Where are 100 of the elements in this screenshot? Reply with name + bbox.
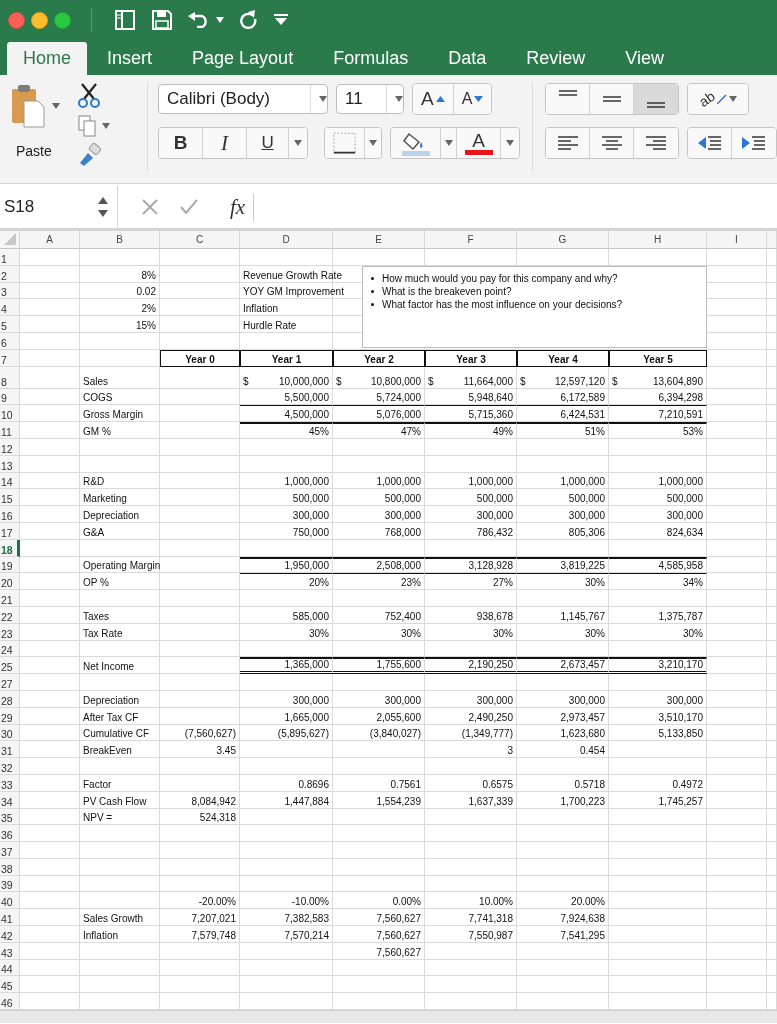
cell[interactable] [20,623,80,641]
cell[interactable]: Year 5 [609,349,707,367]
cell[interactable] [20,674,80,691]
ribbon-tab[interactable]: Formulas [313,42,429,75]
cell[interactable] [767,623,777,641]
row-header[interactable]: 16 [0,506,20,523]
cell[interactable] [80,455,160,473]
cell[interactable] [707,959,767,977]
cell[interactable] [20,422,80,439]
cell[interactable] [333,590,425,607]
cell[interactable] [240,959,333,977]
cell[interactable] [609,741,707,759]
cell[interactable] [80,640,160,658]
cell[interactable]: 5,715,360 [425,405,517,423]
cell[interactable] [240,741,333,759]
cell[interactable] [333,858,425,876]
cell[interactable] [767,405,777,423]
cell[interactable] [767,472,777,490]
cell[interactable]: 7,382,583 [240,909,333,927]
cell[interactable] [425,976,517,994]
cell[interactable] [707,349,767,367]
cell[interactable]: Year 0 [160,349,240,367]
cell[interactable] [80,758,160,775]
cell[interactable] [333,455,425,473]
cell[interactable] [767,539,777,557]
row-header[interactable]: 25 [0,657,20,675]
cell[interactable] [20,774,80,792]
cell[interactable] [80,825,160,843]
cell[interactable]: 300,000 [333,506,425,523]
cell[interactable] [767,422,777,439]
cell[interactable]: Year 4 [517,349,609,367]
cell[interactable] [425,959,517,977]
cell[interactable] [160,388,240,406]
cell[interactable] [160,623,240,641]
cell[interactable]: 34% [609,573,707,591]
cell[interactable] [517,438,609,456]
cell[interactable] [517,674,609,691]
cell[interactable]: 0.7561 [333,774,425,792]
cell[interactable] [240,438,333,456]
cell[interactable]: (1,349,777) [425,724,517,742]
cell[interactable]: 1,365,000 [240,657,333,675]
cell[interactable]: 585,000 [240,606,333,624]
cell[interactable]: 2,055,600 [333,707,425,725]
cell[interactable] [160,774,240,792]
cell[interactable] [707,825,767,843]
cell[interactable]: 45% [240,422,333,439]
cell[interactable] [425,758,517,775]
vertical-align-button[interactable] [546,84,590,114]
cell[interactable] [20,438,80,456]
cell[interactable] [20,472,80,490]
cell[interactable]: 1,665,000 [240,707,333,725]
cell[interactable] [767,892,777,910]
cell[interactable] [609,926,707,943]
cell[interactable] [767,690,777,708]
cell[interactable] [425,842,517,859]
cell[interactable] [20,265,80,283]
ribbon-tab[interactable]: Insert [87,42,173,75]
cell[interactable] [80,539,160,557]
cell[interactable] [707,690,767,708]
cell[interactable] [240,249,333,266]
cell[interactable] [160,438,240,456]
cell[interactable] [707,623,767,641]
cell[interactable] [20,606,80,624]
caret-icon[interactable] [444,140,453,146]
redo-icon[interactable] [240,10,258,30]
cell[interactable]: 0.6575 [425,774,517,792]
row-header[interactable]: 37 [0,842,20,859]
cell[interactable] [767,926,777,943]
column-header[interactable]: E [333,231,425,249]
cell[interactable]: 5,948,640 [425,388,517,406]
cell[interactable] [80,590,160,607]
cell[interactable] [767,299,777,317]
cell[interactable] [20,657,80,675]
cell[interactable] [20,573,80,591]
cell[interactable] [707,249,767,266]
cell[interactable] [333,758,425,775]
cell[interactable]: 1,000,000 [240,472,333,490]
cell[interactable] [160,556,240,574]
cell[interactable]: 0.02 [80,282,160,300]
cell[interactable] [609,674,707,691]
cell[interactable] [707,842,767,859]
cell[interactable] [707,455,767,473]
cell[interactable] [20,976,80,994]
cell[interactable] [160,942,240,960]
caret-icon[interactable] [728,96,737,102]
undo-icon[interactable] [188,12,210,28]
cell[interactable] [517,808,609,826]
cell[interactable]: 7,541,295 [517,926,609,943]
cell[interactable]: (7,560,627) [160,724,240,742]
ribbon-tab[interactable]: Review [506,42,606,75]
cell[interactable] [425,590,517,607]
cell[interactable] [160,249,240,266]
text-box[interactable]: How much would you pay for this company and why? What is the breakeven point? What factor has the most influence on your decisions? [362,266,707,348]
cell[interactable] [707,472,767,490]
cell[interactable] [517,959,609,977]
cell[interactable] [160,265,240,283]
cell[interactable]: 27% [425,573,517,591]
cell[interactable] [517,976,609,994]
cell[interactable] [767,556,777,574]
cell[interactable] [160,299,240,317]
